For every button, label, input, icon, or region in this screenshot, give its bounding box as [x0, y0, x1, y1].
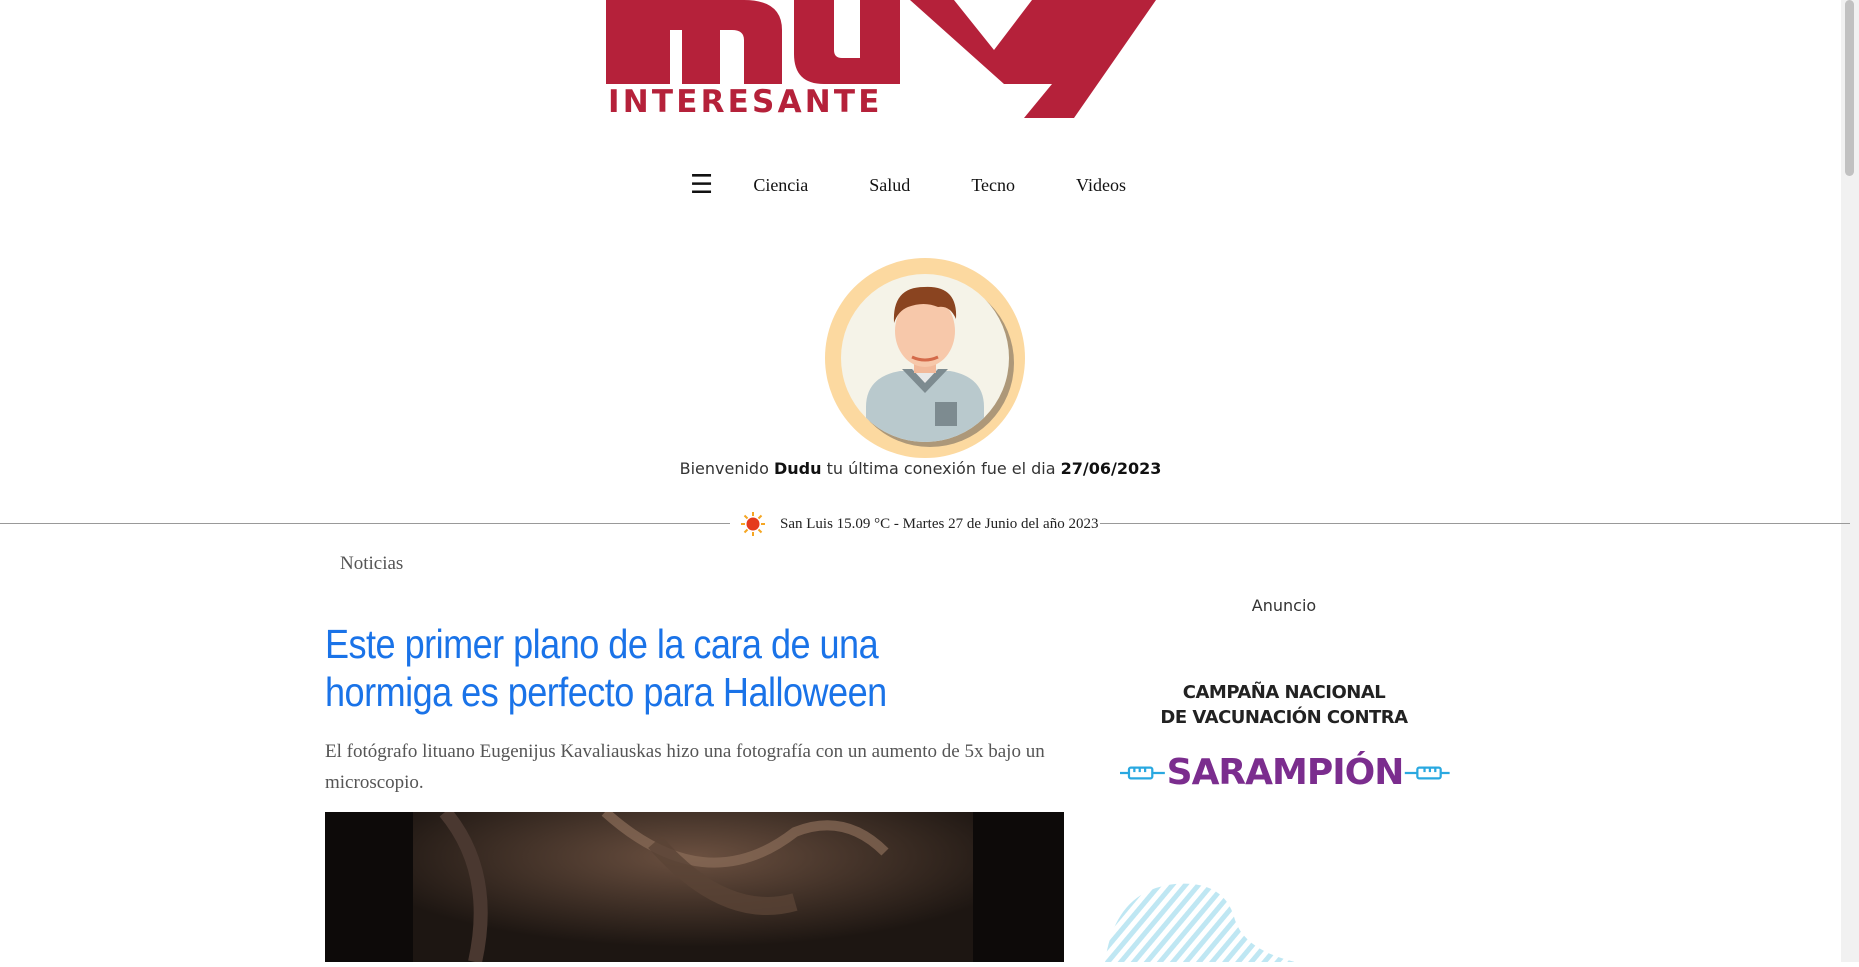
sun-icon — [741, 512, 765, 536]
weather-text: San Luis 15.09 °C - Martes 27 de Junio d… — [780, 515, 1099, 532]
syringe-left-icon — [1120, 765, 1165, 780]
nav-link-tecno[interactable]: Tecno — [971, 175, 1015, 196]
logo-subtitle: INTERESANTE — [608, 84, 883, 118]
muy-interesante-logo: INTERESANTE — [606, 0, 1156, 118]
nav-link-videos[interactable]: Videos — [1076, 175, 1126, 196]
avatar-illustration — [825, 258, 1025, 458]
ad-campaign-text[interactable]: CAMPAÑA NACIONAL DE VACUNACIÓN CONTRA — [1100, 680, 1468, 730]
last-login-date: 27/06/2023 — [1060, 459, 1162, 478]
ad-stripes-graphic — [1105, 883, 1295, 962]
username: Dudu — [773, 459, 822, 478]
scrollbar-thumb[interactable] — [1845, 0, 1854, 176]
syringe-right-icon — [1405, 765, 1450, 780]
welcome-prefix: Bienvenido — [679, 459, 769, 478]
ad-line-1: CAMPAÑA NACIONAL — [1182, 682, 1386, 703]
ant-closeup-photo — [325, 812, 1064, 962]
nav-link-ciencia[interactable]: Ciencia — [753, 175, 808, 196]
ad-highlight-word: SARAMPIÓN — [1166, 752, 1405, 793]
ad-decoration — [1095, 880, 1355, 962]
weather-bar: San Luis 15.09 °C - Martes 27 de Junio d… — [730, 511, 1101, 537]
hamburger-menu-icon[interactable]: ☰ — [690, 170, 713, 200]
ad-banner[interactable]: SARAMPIÓN — [1120, 752, 1450, 793]
section-breadcrumb[interactable]: Noticias — [340, 553, 403, 575]
nav-link-salud[interactable]: Salud — [869, 175, 910, 196]
ad-label: Anuncio — [1251, 596, 1317, 615]
article-title[interactable]: Este primer plano de la cara de una horm… — [325, 620, 994, 716]
site-logo[interactable]: INTERESANTE — [604, 0, 1158, 118]
welcome-middle: tu última conexión fue el dia — [826, 459, 1056, 478]
user-avatar[interactable] — [824, 257, 1026, 459]
welcome-message: Bienvenido Dudu tu última conexión fue e… — [0, 459, 1841, 478]
page-scrollbar[interactable] — [1841, 0, 1859, 962]
article-image[interactable] — [325, 812, 1064, 962]
main-nav: ☰ Ciencia Salud Tecno Videos — [690, 170, 1187, 200]
ad-line-2: DE VACUNACIÓN CONTRA — [1160, 707, 1408, 728]
article-summary: El fotógrafo lituano Eugenijus Kavaliaus… — [325, 741, 1045, 793]
